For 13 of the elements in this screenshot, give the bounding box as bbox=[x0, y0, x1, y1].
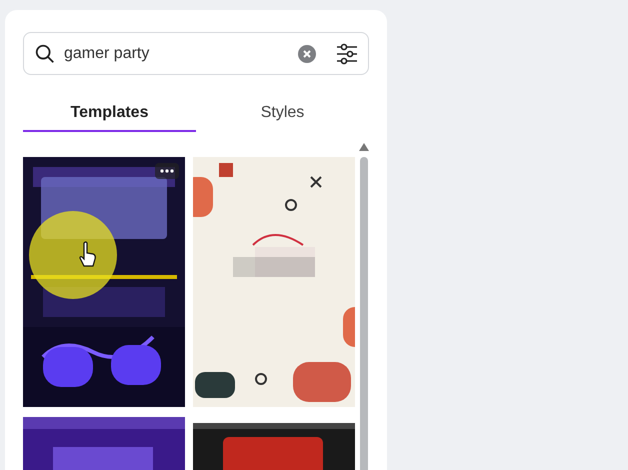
search-icon bbox=[34, 42, 56, 64]
more-icon bbox=[160, 169, 174, 173]
search-input[interactable]: gamer party bbox=[64, 42, 290, 66]
tab[interactable]: Templates bbox=[23, 95, 196, 132]
scroll-up-icon[interactable] bbox=[359, 143, 369, 151]
filter-icon[interactable] bbox=[336, 42, 358, 64]
search-bar[interactable]: gamer party bbox=[23, 32, 369, 75]
scrollbar-thumb[interactable] bbox=[360, 157, 368, 470]
clear-icon[interactable] bbox=[298, 44, 316, 62]
hand-cursor-icon bbox=[79, 241, 97, 267]
more-button[interactable] bbox=[155, 163, 179, 179]
tab[interactable]: Styles bbox=[196, 95, 369, 132]
scrollbar[interactable] bbox=[359, 143, 369, 470]
